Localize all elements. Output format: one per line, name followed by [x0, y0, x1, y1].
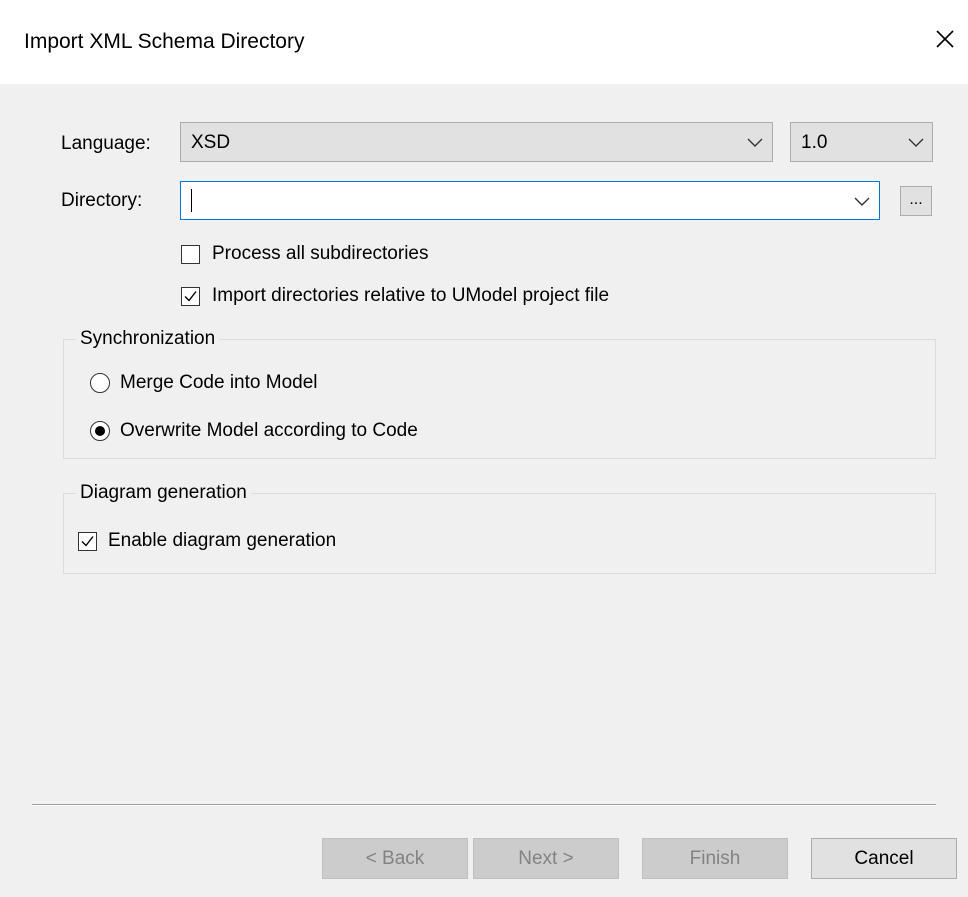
language-select-value: XSD: [191, 132, 231, 153]
footer-separator: [32, 804, 936, 806]
cancel-button[interactable]: Cancel: [811, 838, 957, 879]
next-button[interactable]: Next >: [473, 838, 619, 879]
browse-button[interactable]: ...: [900, 186, 932, 216]
diagram-generation-title: Diagram generation: [76, 482, 251, 504]
finish-button[interactable]: Finish: [642, 838, 788, 879]
checkmark-icon: [184, 291, 197, 302]
chevron-down-icon: [747, 138, 763, 147]
checkbox-box: [181, 287, 200, 306]
text-caret: [191, 189, 192, 212]
merge-code-radio[interactable]: Merge Code into Model: [90, 370, 390, 398]
version-select[interactable]: 1.0: [790, 122, 933, 162]
overwrite-model-radio[interactable]: Overwrite Model according to Code: [90, 418, 490, 446]
version-select-value: 1.0: [801, 132, 828, 153]
checkbox-box: [78, 532, 97, 551]
merge-code-label: Merge Code into Model: [120, 372, 318, 393]
enable-diagram-generation-checkbox[interactable]: Enable diagram generation: [78, 529, 398, 557]
radio-circle: [90, 421, 110, 441]
radio-circle: [90, 373, 110, 393]
import-relative-checkbox[interactable]: Import directories relative to UModel pr…: [181, 284, 681, 310]
synchronization-title: Synchronization: [76, 328, 220, 350]
back-button[interactable]: < Back: [322, 838, 468, 879]
dialog-title: Import XML Schema Directory: [24, 30, 305, 53]
enable-diagram-generation-label: Enable diagram generation: [108, 530, 337, 551]
overwrite-model-label: Overwrite Model according to Code: [120, 420, 418, 441]
process-subdirectories-checkbox[interactable]: Process all subdirectories: [181, 242, 481, 268]
import-relative-label: Import directories relative to UModel pr…: [212, 285, 610, 306]
chevron-down-icon: [908, 138, 924, 147]
checkmark-icon: [81, 536, 94, 547]
close-icon: [936, 30, 954, 48]
directory-input[interactable]: [180, 181, 880, 220]
chevron-down-icon: [854, 197, 870, 206]
language-select[interactable]: XSD: [180, 122, 773, 162]
radio-selected-dot: [95, 426, 105, 436]
process-subdirectories-label: Process all subdirectories: [212, 243, 429, 264]
language-label: Language:: [61, 133, 151, 154]
directory-label: Directory:: [61, 190, 143, 211]
checkbox-box: [181, 245, 200, 264]
close-button[interactable]: [928, 22, 962, 56]
